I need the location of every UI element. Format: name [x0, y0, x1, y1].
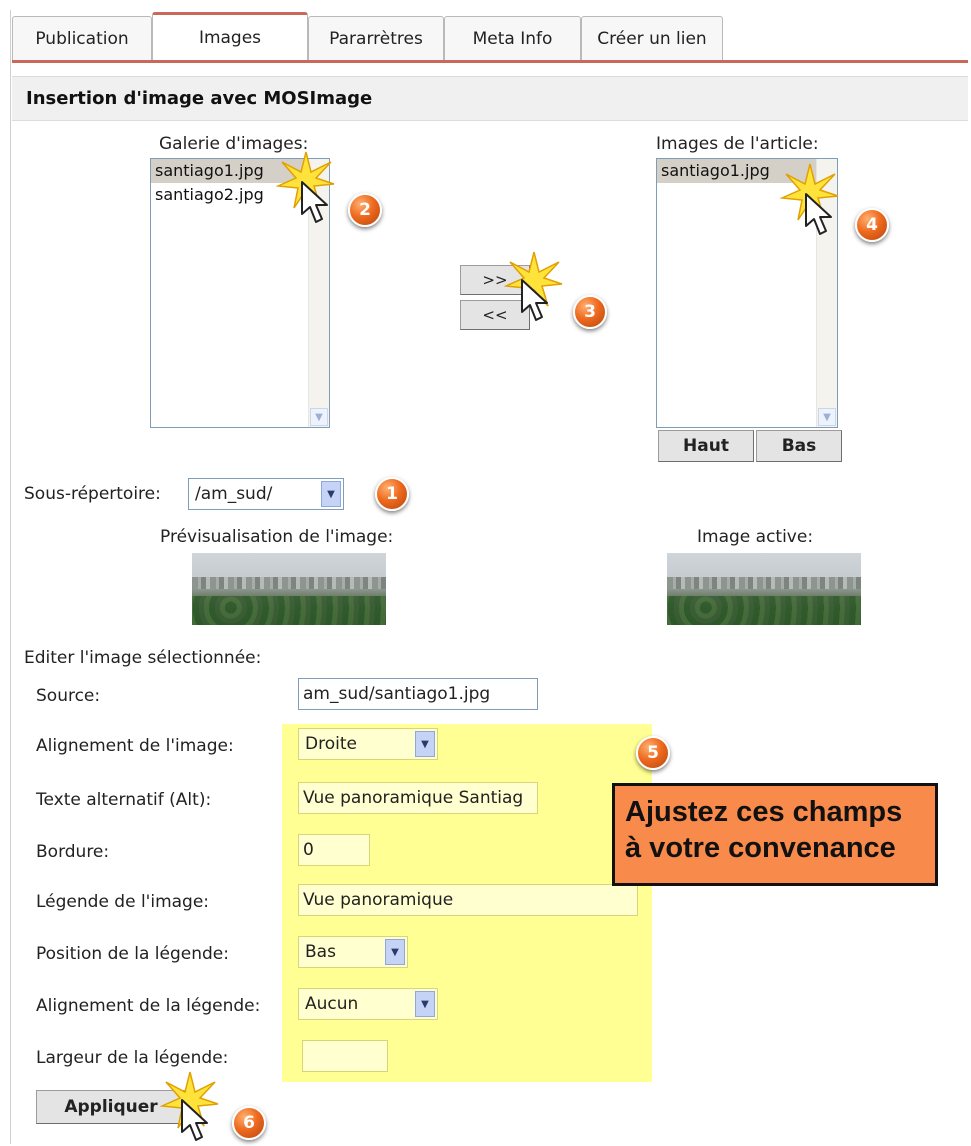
mouse-cursor-icon — [521, 279, 548, 321]
tab-publication[interactable]: Publication — [12, 16, 152, 60]
step-badge: 1 — [375, 477, 409, 511]
caption-position-value: Bas — [305, 942, 336, 962]
chevron-down-icon[interactable]: ▼ — [818, 408, 836, 426]
subdirectory-label: Sous-répertoire: — [24, 484, 161, 504]
edit-title: Editer l'image sélectionnée: — [24, 648, 262, 668]
caption-position-select[interactable]: Bas ▼ — [298, 936, 408, 968]
active-image-label: Image active: — [697, 527, 814, 547]
step-badge: 3 — [573, 295, 607, 329]
tab-parameters[interactable]: Pararrètres — [308, 16, 444, 60]
chevron-down-icon[interactable]: ▼ — [310, 408, 328, 426]
image-preview — [192, 553, 386, 625]
caption-position-label: Position de la légende: — [36, 944, 229, 964]
move-up-button[interactable]: Haut — [658, 430, 754, 462]
alignment-value: Droite — [305, 734, 357, 754]
step-badge: 4 — [855, 208, 889, 242]
mouse-cursor-icon — [181, 1099, 208, 1141]
active-image-preview — [667, 553, 861, 625]
preview-label: Prévisualisation de l'image: — [160, 527, 394, 547]
alt-text-field[interactable]: Vue panoramique Santiag — [298, 782, 538, 814]
source-label: Source: — [36, 686, 101, 706]
alignment-label: Alignement de l'image: — [36, 736, 234, 756]
caption-width-field[interactable] — [302, 1040, 388, 1072]
source-field[interactable]: am_sud/santiago1.jpg — [298, 678, 538, 710]
tab-meta-info[interactable]: Meta Info — [444, 16, 581, 60]
article-images-label: Images de l'article: — [656, 134, 819, 154]
tab-images[interactable]: Images — [152, 12, 308, 61]
subdirectory-value: /am_sud/ — [195, 484, 273, 504]
chevron-down-icon[interactable]: ▼ — [415, 991, 435, 1017]
caption-width-label: Largeur de la légende: — [36, 1048, 229, 1068]
mouse-cursor-icon — [805, 193, 832, 235]
chevron-down-icon[interactable]: ▼ — [385, 939, 405, 965]
tab-underline — [12, 60, 968, 63]
caption-alignment-value: Aucun — [305, 994, 359, 1014]
chevron-down-icon[interactable]: ▼ — [321, 481, 341, 507]
caption-alignment-select[interactable]: Aucun ▼ — [298, 988, 438, 1020]
step-badge: 6 — [232, 1106, 266, 1140]
border-label: Bordure: — [36, 842, 110, 862]
caption-field[interactable]: Vue panoramique — [298, 884, 638, 916]
subdirectory-select[interactable]: /am_sud/ ▼ — [188, 478, 344, 510]
mouse-cursor-icon — [301, 181, 328, 223]
step-badge: 2 — [348, 193, 382, 227]
section-title-text: Insertion d'image avec MOSImage — [26, 88, 373, 109]
section-title: Insertion d'image avec MOSImage — [12, 76, 968, 121]
instruction-callout: Ajustez ces champs à votre convenance — [612, 783, 938, 886]
caption-alignment-label: Alignement de la légende: — [36, 996, 261, 1016]
border-field[interactable]: 0 — [298, 834, 370, 866]
tab-create-link[interactable]: Créer un lien — [581, 16, 723, 60]
alt-text-label: Texte alternatif (Alt): — [36, 790, 212, 810]
caption-label: Légende de l'image: — [36, 892, 210, 912]
chevron-down-icon[interactable]: ▼ — [415, 731, 435, 757]
step-badge: 5 — [636, 736, 670, 770]
move-down-button[interactable]: Bas — [756, 430, 842, 462]
alignment-select[interactable]: Droite ▼ — [298, 728, 438, 760]
